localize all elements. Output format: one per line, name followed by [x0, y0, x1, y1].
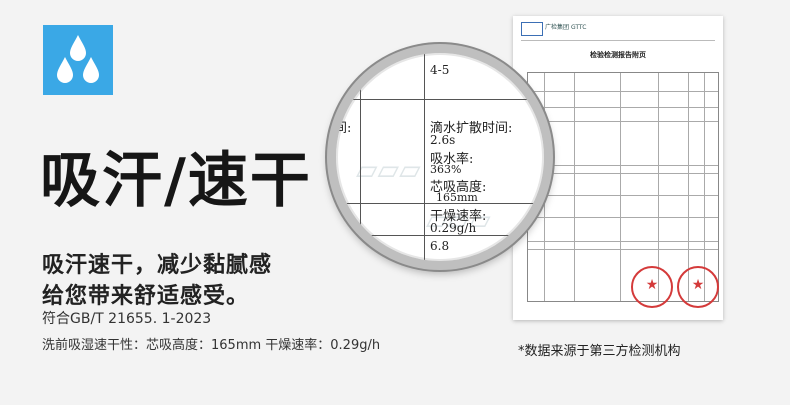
subtitle-line-1: 吸汗速干，减少黏腻感	[42, 253, 273, 278]
report-org: 广检集团 GTTC	[545, 24, 587, 31]
data-source-note: *数据来源于第三方检测机构	[518, 344, 681, 359]
red-seal-stamp: ★	[631, 266, 673, 308]
gttc-logo-icon	[521, 22, 543, 36]
mag-absorption-value: 363%	[430, 163, 462, 176]
report-title: 检验检测报告附页	[590, 51, 646, 59]
mag-drying-value: 0.29g/h	[430, 221, 477, 235]
red-seal-stamp: ★	[677, 266, 719, 308]
mag-diffusion-value: 2.6s	[430, 133, 456, 147]
subtitle-line-2: 给您带来舒适感受。	[42, 284, 250, 309]
mag-side-label: 间:	[334, 121, 352, 136]
test-detail-text: 洗前吸湿速干性：芯吸高度：165mm 干燥速率：0.29g/h	[42, 338, 381, 353]
mag-bottom-value: 6.8	[430, 239, 450, 253]
magnifier-lens: ▱▱▱ ▱▱▱ 4-5 间: 滴水扩散时间: 2.6s 吸水率: 363% 芯吸…	[327, 44, 553, 270]
standard-text: 符合GB/T 21655. 1-2023	[42, 311, 212, 327]
headline: 吸汗/速干	[40, 146, 312, 216]
water-drops-icon	[43, 25, 113, 95]
mag-wicking-value: 165mm	[436, 191, 478, 204]
mag-top-value: 4-5	[430, 63, 450, 77]
